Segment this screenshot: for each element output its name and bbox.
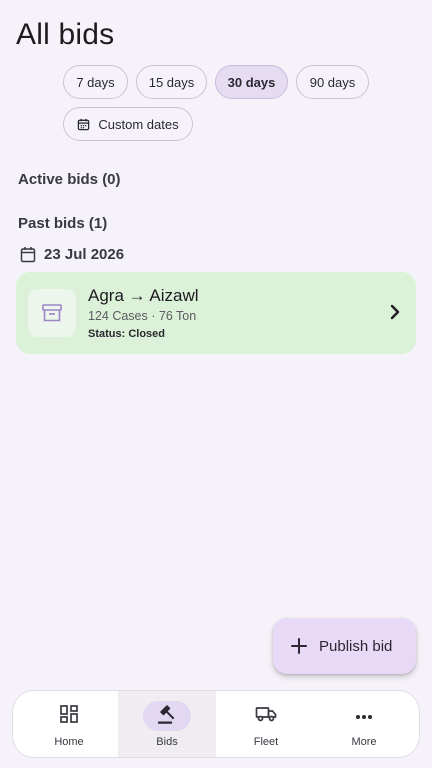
past-bids-date-header: 23 Jul 2026	[20, 246, 124, 263]
nav-label-more: More	[351, 736, 377, 748]
nav-label-fleet: Fleet	[253, 736, 279, 748]
nav-label-home: Home	[54, 736, 84, 748]
all-bids-screen: All bids 7 days 15 days 30 days 90 days …	[0, 0, 432, 768]
filter-chip-30-days[interactable]: 30 days	[215, 65, 288, 99]
filter-chip-90-days[interactable]: 90 days	[296, 65, 369, 99]
filter-chip-label: 90 days	[309, 74, 356, 90]
calendar-icon	[77, 118, 90, 131]
nav-label-bids: Bids	[156, 736, 178, 748]
page-title: All bids	[16, 18, 115, 51]
bid-load-details: 124 Cases · 76 Ton	[88, 309, 197, 323]
nav-item-fleet[interactable]: Fleet	[217, 691, 315, 757]
filter-chip-label: 15 days	[148, 74, 195, 90]
archive-icon	[28, 289, 76, 337]
bottom-navigation: Home Bids Fleet More	[12, 690, 420, 758]
calendar-icon	[20, 246, 36, 263]
custom-dates-label: Custom dates	[98, 116, 179, 132]
nav-item-home[interactable]: Home	[20, 691, 118, 757]
nav-item-bids[interactable]: Bids	[118, 691, 216, 757]
filter-chip-7-days[interactable]: 7 days	[63, 65, 128, 99]
past-bids-date: 23 Jul 2026	[44, 246, 125, 263]
truck-icon	[255, 705, 277, 728]
past-bids-heading: Past bids (1)	[18, 215, 108, 232]
filter-chip-label: 7 days	[76, 74, 115, 90]
chevron-right-icon	[390, 304, 400, 320]
filter-chip-15-days[interactable]: 15 days	[136, 65, 207, 99]
home-grid-icon	[59, 704, 79, 729]
more-dots-icon	[355, 707, 373, 725]
plus-icon	[291, 638, 307, 654]
bid-card[interactable]: Agra → Aizawl 124 Cases · 76 Ton Status:…	[16, 272, 416, 354]
gavel-icon	[156, 703, 178, 730]
nav-item-more[interactable]: More	[315, 691, 413, 757]
publish-bid-button[interactable]: Publish bid	[273, 618, 416, 674]
filter-chip-label: 30 days	[227, 74, 276, 90]
custom-dates-button[interactable]: Custom dates	[63, 107, 193, 141]
active-bids-heading: Active bids (0)	[18, 171, 121, 188]
bid-status: Status: Closed	[88, 328, 166, 340]
bid-route: Agra → Aizawl	[88, 286, 199, 305]
publish-bid-label: Publish bid	[319, 637, 393, 655]
